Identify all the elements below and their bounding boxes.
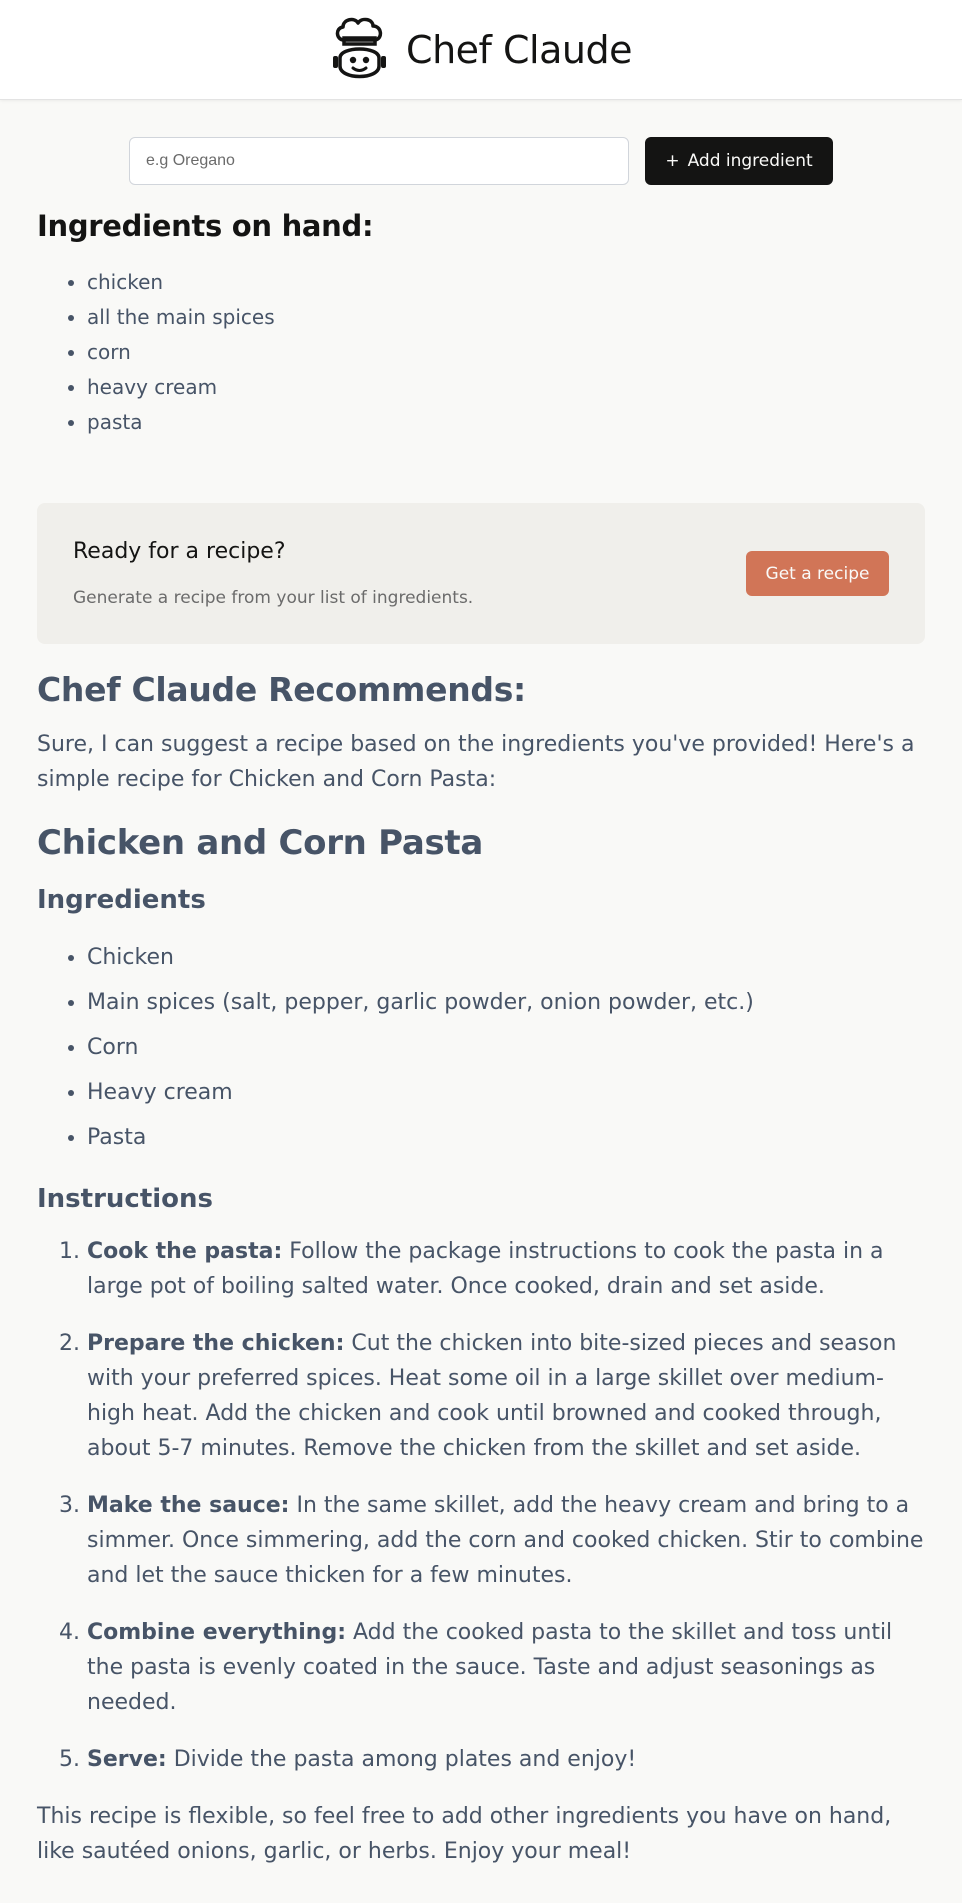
plus-icon: + bbox=[665, 151, 680, 171]
list-item: Pasta bbox=[87, 1115, 925, 1160]
chef-robot-icon bbox=[330, 14, 392, 86]
add-ingredient-form: + Add ingredient bbox=[0, 137, 962, 185]
add-ingredient-button[interactable]: + Add ingredient bbox=[645, 137, 833, 185]
list-item: Corn bbox=[87, 1025, 925, 1070]
instruction-step: Prepare the chicken: Cut the chicken int… bbox=[87, 1326, 925, 1466]
ingredients-on-hand-list: chicken all the main spices corn heavy c… bbox=[37, 265, 925, 440]
instruction-step: Cook the pasta: Follow the package instr… bbox=[87, 1234, 925, 1304]
ingredient-item: heavy cream bbox=[87, 370, 925, 405]
get-recipe-button[interactable]: Get a recipe bbox=[746, 551, 889, 596]
step-label: Cook the pasta: bbox=[87, 1239, 283, 1264]
ingredients-on-hand-section: Ingredients on hand: chicken all the mai… bbox=[37, 209, 925, 644]
step-text: Divide the pasta among plates and enjoy! bbox=[173, 1747, 637, 1772]
list-item: Heavy cream bbox=[87, 1070, 925, 1115]
get-recipe-container: Ready for a recipe? Generate a recipe fr… bbox=[37, 503, 925, 644]
list-item: Main spices (salt, pepper, garlic powder… bbox=[87, 980, 925, 1025]
instruction-step: Make the sauce: In the same skillet, add… bbox=[87, 1488, 925, 1593]
instruction-step: Serve: Divide the pasta among plates and… bbox=[87, 1742, 925, 1777]
ingredient-item: corn bbox=[87, 335, 925, 370]
recipe-ingredients-title: Ingredients bbox=[37, 885, 206, 915]
suggested-recipe-section: Chef Claude Recommends: Sure, I can sugg… bbox=[37, 670, 925, 1869]
recipe-ingredients-list: Chicken Main spices (salt, pepper, garli… bbox=[37, 935, 925, 1160]
recipe-instructions-list: Cook the pasta: Follow the package instr… bbox=[37, 1234, 925, 1777]
main-content: Ingredients on hand: chicken all the mai… bbox=[0, 209, 962, 1869]
add-ingredient-label: Add ingredient bbox=[687, 151, 813, 171]
app-header: Chef Claude bbox=[0, 0, 962, 100]
recipe-outro: This recipe is flexible, so feel free to… bbox=[37, 1804, 892, 1864]
recommends-heading: Chef Claude Recommends: bbox=[37, 670, 526, 709]
ingredient-input[interactable] bbox=[129, 137, 629, 185]
ingredient-item: all the main spices bbox=[87, 300, 925, 335]
recipe-title: Chicken and Corn Pasta bbox=[37, 823, 483, 863]
ingredient-item: pasta bbox=[87, 405, 925, 440]
app-title: Chef Claude bbox=[406, 27, 632, 72]
step-label: Prepare the chicken: bbox=[87, 1331, 345, 1356]
get-recipe-title: Ready for a recipe? bbox=[73, 539, 286, 564]
ingredient-item: chicken bbox=[87, 265, 925, 300]
recipe-instructions-title: Instructions bbox=[37, 1184, 214, 1214]
recipe-intro: Sure, I can suggest a recipe based on th… bbox=[37, 732, 915, 792]
step-label: Combine everything: bbox=[87, 1620, 347, 1645]
list-item: Chicken bbox=[87, 935, 925, 980]
ingredients-on-hand-title: Ingredients on hand: bbox=[37, 209, 374, 243]
step-label: Serve: bbox=[87, 1747, 167, 1772]
step-label: Make the sauce: bbox=[87, 1493, 290, 1518]
instruction-step: Combine everything: Add the cooked pasta… bbox=[87, 1615, 925, 1720]
get-recipe-text: Ready for a recipe? Generate a recipe fr… bbox=[73, 539, 473, 608]
get-recipe-description: Generate a recipe from your list of ingr… bbox=[73, 588, 474, 608]
